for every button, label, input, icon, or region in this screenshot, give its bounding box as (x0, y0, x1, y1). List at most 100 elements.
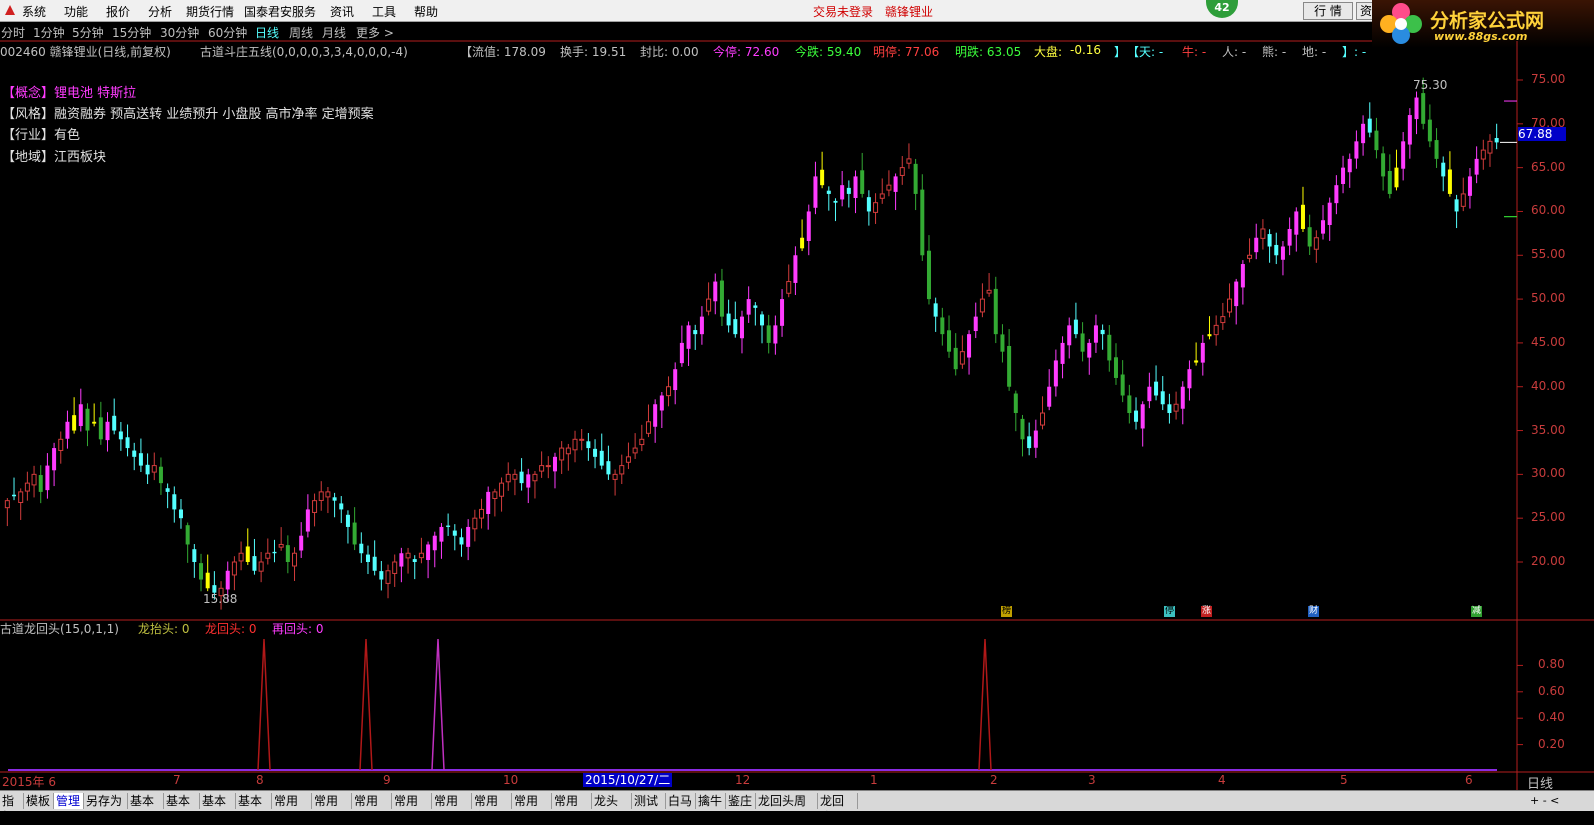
candle-body (1234, 281, 1239, 307)
tab-8[interactable]: 常用一 (272, 793, 312, 824)
candle-body (65, 421, 70, 439)
sub-tick-label-3: 0.20 (1538, 736, 1565, 751)
candle-body (359, 543, 364, 554)
tab-5[interactable]: 基本2 (164, 793, 200, 824)
sub-indicator-spike (359, 638, 373, 771)
tab-19[interactable]: 擒牛 (696, 793, 726, 809)
candle-body (1020, 418, 1025, 440)
tab-22[interactable]: 龙回头 (818, 793, 858, 824)
candle-body (466, 526, 471, 547)
x-label-6: 1 (870, 773, 878, 787)
candle-body (1287, 228, 1292, 246)
sub-indicator-spike (431, 638, 445, 771)
candle-body (532, 473, 538, 482)
candle-body (192, 549, 197, 562)
candle-body (846, 187, 851, 194)
event-marker-zhang[interactable]: 涨 (1201, 606, 1212, 617)
event-marker-ting[interactable]: 停 (1164, 606, 1175, 617)
candle-body (172, 494, 177, 510)
event-marker-jian[interactable]: 减 (1471, 606, 1482, 617)
tab-10[interactable]: 常用三 (352, 793, 392, 824)
tab-2[interactable]: 管理 (54, 793, 84, 809)
event-marker-bang[interactable]: 榜 (1001, 606, 1012, 617)
price-tick-label-4: 55.00 (1531, 247, 1566, 262)
kline-chart[interactable] (0, 0, 1594, 823)
tab-13[interactable]: 常用六 (472, 793, 512, 824)
candle-body (1147, 386, 1152, 402)
candle-body (1447, 169, 1452, 194)
candle-body (1200, 342, 1205, 363)
candle-body (519, 471, 524, 484)
x-label-9: 4 (1218, 773, 1226, 787)
tab-14[interactable]: 常用七 (512, 793, 552, 824)
tab-21[interactable]: 龙回头周期 (756, 793, 818, 824)
candle-body (866, 197, 871, 212)
tab-9[interactable]: 常用二 (312, 793, 352, 824)
candle-body (379, 571, 384, 580)
candle-body (1100, 329, 1105, 335)
candle-body (1127, 395, 1132, 414)
tab-20[interactable]: 鉴庄 (726, 793, 756, 809)
candle-body (1227, 298, 1233, 313)
candle-body (299, 535, 304, 551)
candle-body (58, 438, 64, 451)
candle-body (231, 561, 237, 576)
candle-body (733, 319, 738, 335)
candle-body (1260, 228, 1266, 239)
sub-indicator-zh: 再回头: 0 (272, 622, 324, 636)
candle-body (619, 465, 625, 475)
sub-indicator-name[interactable]: 古道龙回头(15,0,1,1) (0, 620, 119, 637)
tab-3[interactable]: 另存为 (84, 793, 128, 809)
candle-body (392, 561, 398, 574)
candle-body (1467, 176, 1472, 196)
candle-body (786, 281, 792, 294)
candle-body (4, 500, 10, 509)
candle-body (693, 330, 698, 335)
candle-body (512, 473, 518, 480)
candle-body (706, 298, 712, 312)
tab-15[interactable]: 常用八 (552, 793, 592, 824)
candle-body (492, 491, 498, 499)
candle-body (1040, 412, 1046, 426)
tab-18[interactable]: 白马 (666, 793, 696, 809)
candle-body (632, 447, 638, 454)
tab-11[interactable]: 常用四 (392, 793, 432, 824)
candle-body (659, 395, 664, 411)
tab-6[interactable]: 基本3 (200, 793, 236, 824)
candle-body (853, 176, 858, 199)
candle-body (993, 288, 998, 335)
tab-17[interactable]: 测试 (632, 793, 666, 809)
tab-1[interactable]: 模板 (24, 793, 54, 809)
candle-body (986, 289, 992, 294)
candle-body (559, 447, 565, 461)
candle-body (773, 325, 778, 344)
candle-body (820, 169, 825, 186)
tab-7[interactable]: 基本4 (236, 793, 272, 824)
candle-body (1401, 141, 1406, 169)
candle-body (645, 421, 651, 434)
tab-12[interactable]: 常用五 (432, 793, 472, 824)
candle-body (1194, 360, 1199, 363)
tab-16[interactable]: 龙头四 (592, 793, 632, 824)
candle-body (1427, 119, 1432, 142)
event-marker-cai[interactable]: 财 (1308, 606, 1319, 617)
candle-body (1474, 158, 1479, 175)
candle-body (1120, 374, 1125, 396)
candle-body (1000, 334, 1005, 352)
candle-body (439, 526, 444, 542)
candle-body (31, 473, 37, 486)
zoom-controls[interactable]: + - < (1530, 794, 1559, 807)
candle-body (24, 482, 30, 492)
tab-4[interactable]: 基本1 (128, 793, 164, 824)
candle-body (385, 570, 391, 584)
candle-body (926, 250, 931, 300)
candle-body (272, 551, 277, 554)
candle-body (1247, 254, 1253, 259)
cursor-date: 2015/10/27/二 (583, 773, 673, 787)
candle-body (572, 438, 578, 451)
sub-tick-label-1: 0.60 (1538, 683, 1565, 698)
tab-0[interactable]: 指标 (0, 793, 24, 824)
candle-body (673, 369, 678, 391)
candle-body (1087, 342, 1092, 358)
candle-body (151, 465, 157, 473)
